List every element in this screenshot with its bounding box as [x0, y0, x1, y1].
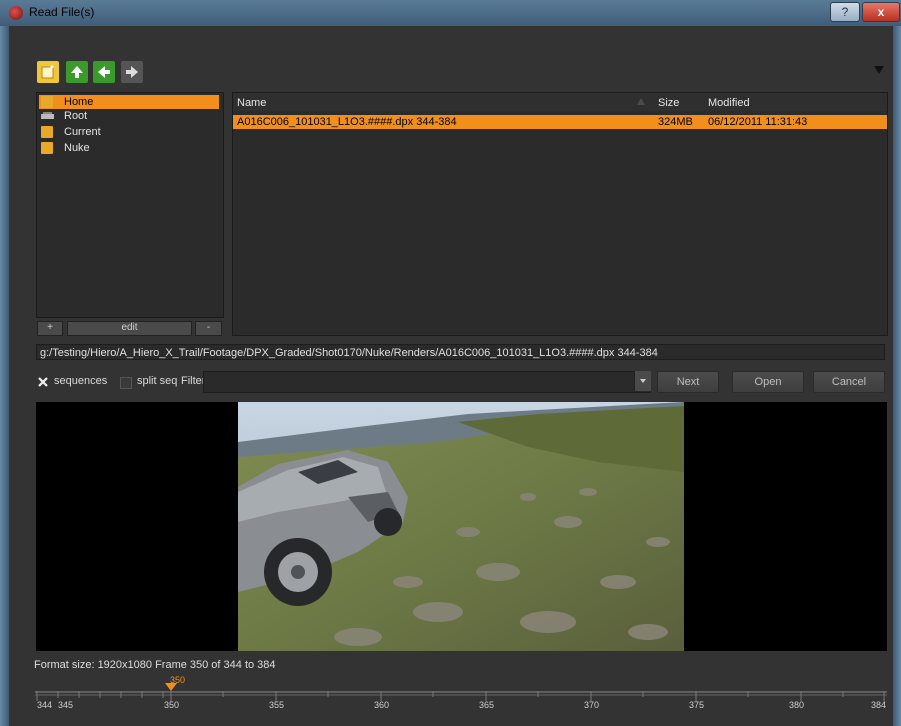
add-bookmark-button[interactable]: +	[37, 321, 63, 336]
format-info: Format size: 1920x1080 Frame 350 of 344 …	[34, 659, 276, 671]
file-modified: 06/12/2011 11:31:43	[708, 116, 808, 128]
title-bar: Read File(s) ? x	[0, 0, 901, 26]
forward-arrow-icon	[126, 66, 138, 78]
timeline-tick-label: 360	[374, 700, 390, 710]
split-seq-checkbox[interactable]	[120, 377, 132, 389]
column-header-modified[interactable]: Modified	[708, 97, 750, 109]
timeline-tick-label: 375	[689, 700, 705, 710]
bookmark-item-current[interactable]: Current	[39, 125, 219, 139]
new-folder-button[interactable]	[37, 61, 59, 83]
bookmark-label: Root	[64, 110, 88, 122]
window-frame-right	[893, 26, 901, 726]
folder-icon	[41, 96, 53, 108]
forward-button[interactable]	[121, 61, 143, 83]
up-arrow-icon	[71, 66, 83, 78]
nuke-app-icon	[9, 6, 23, 20]
up-directory-button[interactable]	[66, 61, 88, 83]
read-file-dialog: Home Root Current Nuke + edit - Name Siz…	[9, 26, 893, 726]
file-list: Name Size Modified A016C006_101031_L1O3.…	[232, 92, 888, 336]
sort-ascending-icon	[637, 98, 645, 105]
frame-timeline[interactable]	[35, 691, 887, 709]
back-button[interactable]	[93, 61, 115, 83]
file-list-header: Name Size Modified	[233, 93, 887, 111]
frame-marker-icon[interactable]	[165, 683, 177, 691]
remove-bookmark-button[interactable]: -	[195, 321, 222, 336]
bookmark-item-home[interactable]: Home	[39, 95, 219, 109]
new-folder-icon	[41, 65, 54, 79]
column-header-name[interactable]: Name	[237, 97, 266, 109]
window-title: Read File(s)	[29, 5, 95, 19]
bookmark-label: Nuke	[64, 142, 90, 154]
timeline-tick-label: 345	[58, 700, 74, 710]
timeline-tick-label: 344	[37, 700, 53, 710]
preview-frame-image	[238, 402, 684, 651]
sequences-checkbox[interactable]	[38, 377, 48, 387]
checkmark-x-icon	[38, 377, 48, 387]
cancel-button[interactable]: Cancel	[813, 371, 885, 393]
close-button[interactable]: x	[862, 2, 900, 22]
bookmark-label: Current	[64, 126, 101, 138]
timeline-tick-label: 384	[871, 700, 887, 710]
filter-input[interactable]	[203, 371, 651, 393]
timeline-tick-label: 365	[479, 700, 495, 710]
bookmarks-list: Home Root Current Nuke	[36, 92, 224, 318]
help-button[interactable]: ?	[830, 2, 860, 22]
edit-bookmarks-button[interactable]: edit	[67, 321, 192, 336]
column-header-size[interactable]: Size	[658, 97, 679, 109]
drive-icon	[41, 110, 54, 122]
timeline-tick-label: 355	[269, 700, 285, 710]
bookmark-label: Home	[64, 96, 94, 108]
timeline-tick-label: 380	[789, 700, 805, 710]
split-seq-label: split seq	[137, 375, 178, 387]
path-input[interactable]: g:/Testing/Hiero/A_Hiero_X_Trail/Footage…	[36, 344, 885, 360]
sequences-label: sequences	[54, 375, 108, 387]
bookmark-item-root[interactable]: Root	[39, 109, 219, 123]
file-name: A016C006_101031_L1O3.####.dpx 344-384	[237, 116, 457, 128]
options-menu-arrow-icon[interactable]	[874, 66, 884, 74]
open-button[interactable]: Open	[732, 371, 804, 393]
folder-icon	[41, 142, 53, 154]
window-frame-left	[0, 26, 9, 726]
filter-dropdown-arrow-icon[interactable]	[634, 371, 651, 391]
back-arrow-icon	[98, 66, 110, 78]
next-button[interactable]: Next	[657, 371, 719, 393]
timeline-tick-label: 370	[584, 700, 600, 710]
timeline-tick-label: 350	[164, 700, 180, 710]
file-size: 324MB	[658, 116, 693, 128]
file-row[interactable]: A016C006_101031_L1O3.####.dpx 344-384 32…	[233, 115, 887, 129]
folder-icon	[41, 126, 53, 138]
bookmark-item-nuke[interactable]: Nuke	[39, 141, 219, 155]
image-preview	[36, 402, 887, 651]
